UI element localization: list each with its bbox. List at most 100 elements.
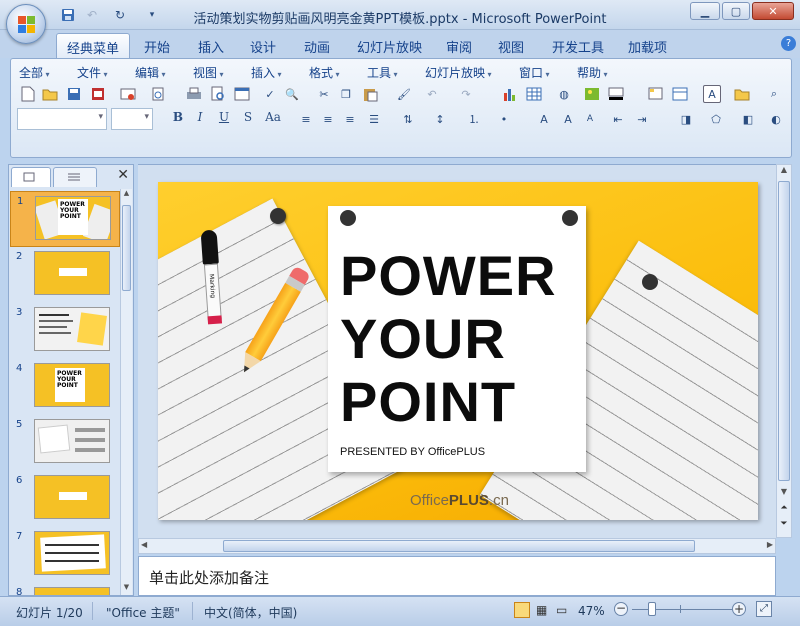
slide-scrollbar-horizontal[interactable]: ◀ ▶ (138, 538, 776, 554)
grow-font-icon[interactable]: A (559, 110, 577, 128)
text-direction-icon[interactable]: ⇅ (399, 110, 417, 128)
bullets-icon[interactable]: • (495, 110, 513, 128)
format-painter-icon[interactable]: 🖌 (395, 85, 413, 103)
cut-icon[interactable]: ✂ (315, 85, 333, 103)
align-left-icon[interactable]: ≡ (297, 110, 315, 128)
minimize-button[interactable]: ▁ (690, 2, 720, 20)
numbering-icon[interactable]: ⒈ (465, 110, 483, 128)
font-name-combo[interactable] (17, 108, 107, 130)
font-color-icon[interactable]: A (535, 110, 553, 128)
slide-thumbnail-3[interactable]: 3 (10, 303, 120, 359)
tab-slideshow[interactable]: 幻灯片放映 (347, 33, 432, 58)
menu-format[interactable]: 格式 (309, 64, 340, 81)
quick-styles-icon[interactable]: ◧ (739, 110, 757, 128)
shadow-button[interactable]: S (239, 110, 257, 128)
scroll-thumb[interactable] (122, 205, 131, 291)
previous-slide-icon[interactable]: ⏶ (777, 503, 791, 517)
tab-classic-menu[interactable]: 经典菜单 (56, 33, 131, 58)
table-icon[interactable] (525, 85, 543, 103)
shrink-font-icon[interactable]: A (581, 110, 599, 128)
tab-animations[interactable]: 动画 (294, 33, 340, 58)
slide-canvas[interactable]: Marking POWER YOUR POINT PRESENTED BY Of… (158, 182, 758, 520)
office-button[interactable] (6, 4, 46, 44)
effects-icon[interactable]: ◐ (767, 110, 785, 128)
help-icon[interactable]: ? (781, 36, 796, 51)
print-icon[interactable] (185, 85, 203, 103)
tab-developer[interactable]: 开发工具 (542, 33, 614, 58)
menu-tools[interactable]: 工具 (367, 64, 398, 81)
menu-view[interactable]: 视图 (193, 64, 224, 81)
new-slide-icon[interactable] (647, 85, 665, 103)
tab-view[interactable]: 视图 (488, 33, 534, 58)
slide-scrollbar-vertical[interactable]: ▲ ▼ ⏶ ⏷ (776, 164, 792, 538)
arrange-icon[interactable]: ◨ (677, 110, 695, 128)
folder-icon[interactable] (733, 85, 751, 103)
menu-insert[interactable]: 插入 (251, 64, 282, 81)
line-spacing-icon[interactable]: ↕ (431, 110, 449, 128)
menu-slideshow[interactable]: 幻灯片放映 (425, 64, 492, 81)
language-indicator[interactable]: 中文(简体，中国) (204, 604, 297, 621)
menu-file[interactable]: 文件 (77, 64, 108, 81)
zoom-out-icon[interactable]: − (614, 602, 628, 616)
research-icon[interactable]: 🔍 (283, 85, 301, 103)
tab-home[interactable]: 开始 (134, 33, 180, 58)
redo-toolbar-icon[interactable]: ↷ (457, 85, 475, 103)
undo-toolbar-icon[interactable]: ↶ (423, 85, 441, 103)
maximize-button[interactable]: ▢ (722, 2, 750, 20)
menu-help[interactable]: 帮助 (577, 64, 608, 81)
close-button[interactable]: ✕ (752, 2, 794, 20)
layout-icon[interactable] (671, 85, 689, 103)
slide-thumbnail-2[interactable]: 2 (10, 247, 120, 303)
chart-icon[interactable] (501, 85, 519, 103)
scroll-thumb[interactable] (778, 181, 790, 481)
change-case-button[interactable]: Aa (261, 110, 285, 128)
copy-icon[interactable]: ❐ (337, 85, 355, 103)
align-right-icon[interactable]: ≡ (341, 110, 359, 128)
permission-icon[interactable] (89, 85, 107, 103)
fill-color-icon[interactable] (607, 85, 625, 103)
slides-tab[interactable] (11, 167, 51, 187)
slide-sorter-icon[interactable]: ▦ (536, 603, 547, 617)
scroll-down-icon[interactable]: ▼ (777, 487, 791, 499)
align-center-icon[interactable]: ≡ (319, 110, 337, 128)
picture-icon[interactable] (583, 85, 601, 103)
shapes-icon[interactable]: ⬠ (707, 110, 725, 128)
slideshow-view-icon[interactable]: ▭ (556, 603, 567, 617)
slide-thumbnail-4[interactable]: 4 POWER YOUR POINT (10, 359, 120, 415)
clipart-icon[interactable]: ◍ (555, 85, 573, 103)
scroll-left-icon[interactable]: ◀ (141, 540, 147, 549)
attach-icon[interactable] (149, 85, 167, 103)
print-preview-icon[interactable] (209, 85, 227, 103)
italic-button[interactable]: I (191, 110, 209, 128)
zoom-level[interactable]: 47% (578, 604, 605, 618)
scroll-up-icon[interactable]: ▲ (121, 189, 132, 201)
zoom-in-icon[interactable]: + (732, 602, 746, 616)
underline-button[interactable]: U (215, 110, 233, 128)
zoom-slider-thumb[interactable] (648, 602, 656, 616)
close-icon[interactable]: ✕ (117, 167, 129, 183)
zoom-slider-track[interactable] (632, 609, 732, 610)
open-folder-icon[interactable] (41, 85, 59, 103)
menu-window[interactable]: 窗口 (519, 64, 550, 81)
scroll-right-icon[interactable]: ▶ (767, 540, 773, 549)
tab-review[interactable]: 审阅 (436, 33, 482, 58)
slide-thumbnail-6[interactable]: 6 (10, 471, 120, 527)
increase-indent-icon[interactable]: ⇥ (633, 110, 651, 128)
menu-all[interactable]: 全部 (19, 64, 50, 81)
next-slide-icon[interactable]: ⏷ (777, 519, 791, 533)
tab-addins[interactable]: 加载项 (618, 33, 677, 58)
outline-tab[interactable] (53, 167, 97, 187)
normal-view-icon[interactable] (514, 602, 530, 618)
tab-insert[interactable]: 插入 (188, 33, 234, 58)
justify-icon[interactable]: ☰ (365, 110, 383, 128)
new-file-icon[interactable] (19, 85, 37, 103)
email-icon[interactable] (119, 85, 137, 103)
tab-design[interactable]: 设计 (240, 33, 286, 58)
window-layout-icon[interactable] (233, 85, 251, 103)
slide-thumbnail-1[interactable]: 1 POWER YOUR POINT (10, 191, 120, 247)
menu-edit[interactable]: 编辑 (135, 64, 166, 81)
save-file-icon[interactable] (65, 85, 83, 103)
paste-icon[interactable] (361, 85, 379, 103)
fit-to-window-icon[interactable]: ⤢ (756, 601, 772, 617)
decrease-indent-icon[interactable]: ⇤ (609, 110, 627, 128)
